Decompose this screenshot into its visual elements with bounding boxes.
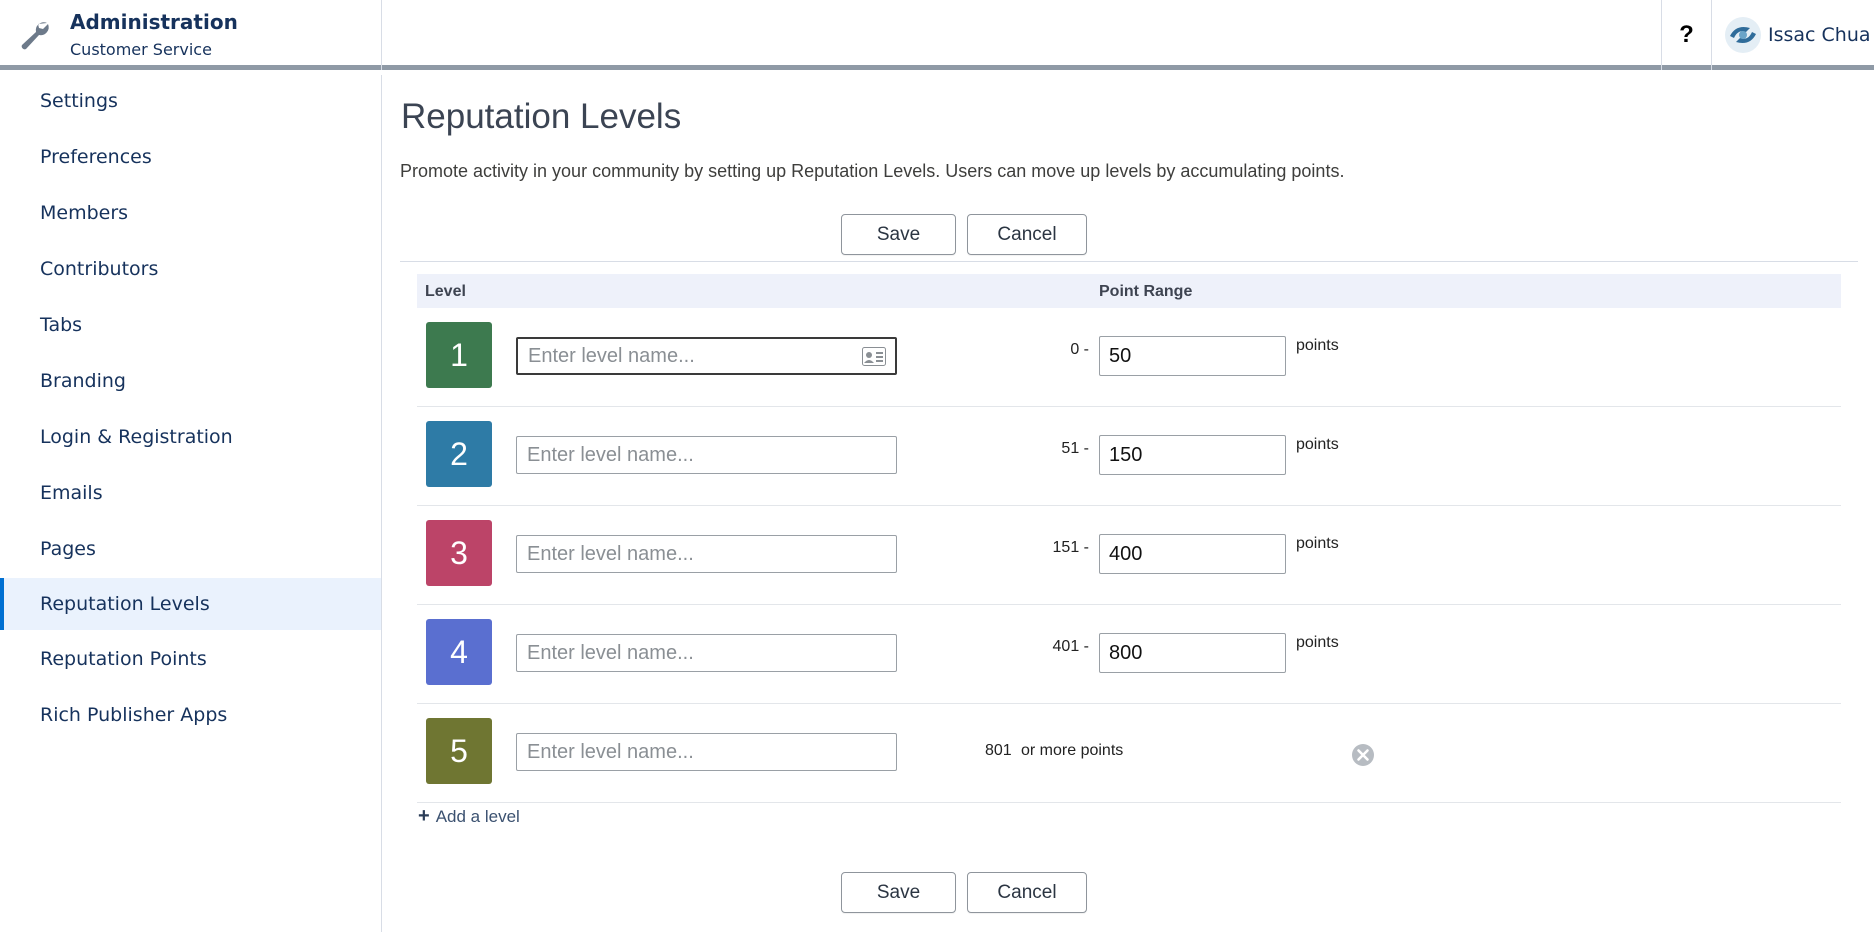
range-start-4: 401 -	[1052, 638, 1089, 655]
level-row-5: 5 801 or more points	[417, 704, 1841, 803]
sidebar-item-login-registration[interactable]: Login & Registration	[0, 411, 381, 463]
sidebar-item-emails[interactable]: Emails	[0, 467, 381, 519]
save-button-top[interactable]: Save	[841, 214, 956, 255]
points-label-1: points	[1296, 337, 1339, 354]
avatar	[1725, 17, 1761, 53]
add-level-label: Add a level	[435, 806, 520, 826]
level-name-input-2[interactable]	[516, 436, 897, 474]
column-header-point-range: Point Range	[1099, 283, 1193, 300]
level-badge-1: 1	[426, 322, 492, 388]
main-content: Reputation Levels Promote activity in yo…	[383, 75, 1874, 932]
help-button[interactable]: ?	[1661, 0, 1712, 70]
page-title: Reputation Levels	[401, 97, 682, 136]
levels-table-header: Level Point Range	[417, 274, 1841, 308]
user-name: Issac Chua	[1768, 24, 1871, 46]
app-brand: Administration Customer Service	[0, 0, 382, 70]
add-level-link[interactable]: + Add a level	[418, 805, 520, 828]
level-name-input-5[interactable]	[516, 733, 897, 771]
points-input-2[interactable]	[1099, 435, 1286, 475]
sidebar-nav: Settings Preferences Members Contributor…	[0, 75, 382, 932]
plus-icon: +	[418, 805, 430, 827]
level-badge-4: 4	[426, 619, 492, 685]
divider	[400, 261, 1858, 262]
points-input-3[interactable]	[1099, 534, 1286, 574]
level-badge-2: 2	[426, 421, 492, 487]
sidebar-item-rich-publisher-apps[interactable]: Rich Publisher Apps	[0, 689, 381, 741]
points-input-1[interactable]	[1099, 336, 1286, 376]
level-name-input-3[interactable]	[516, 535, 897, 573]
range-start-5: 801	[985, 742, 1012, 759]
more-points-label: or more points	[1021, 742, 1124, 759]
sidebar-item-branding[interactable]: Branding	[0, 355, 381, 407]
remove-level-icon[interactable]	[1351, 743, 1375, 767]
level-row-2: 2 51 - points	[417, 407, 1841, 506]
level-row-3: 3 151 - points	[417, 506, 1841, 605]
sidebar-item-reputation-points[interactable]: Reputation Points	[0, 633, 381, 685]
points-label-4: points	[1296, 634, 1339, 651]
sidebar-item-reputation-levels[interactable]: Reputation Levels	[0, 578, 381, 630]
range-start-2: 51 -	[1061, 440, 1089, 457]
sidebar-item-preferences[interactable]: Preferences	[0, 131, 381, 183]
points-label-3: points	[1296, 535, 1339, 552]
level-badge-5: 5	[426, 718, 492, 784]
range-start-3: 151 -	[1052, 539, 1089, 556]
range-start-1: 0 -	[1070, 341, 1089, 358]
points-input-4[interactable]	[1099, 633, 1286, 673]
level-badge-3: 3	[426, 520, 492, 586]
level-row-4: 4 401 - points	[417, 605, 1841, 704]
level-name-input-4[interactable]	[516, 634, 897, 672]
app-subtitle: Customer Service	[70, 40, 212, 59]
column-header-level: Level	[425, 283, 466, 300]
page-description: Promote activity in your community by se…	[400, 161, 1345, 181]
level-row-1: 1 0 - points	[417, 308, 1841, 407]
sidebar-item-pages[interactable]: Pages	[0, 523, 381, 575]
app-title: Administration	[70, 10, 238, 34]
save-button-bottom[interactable]: Save	[841, 872, 956, 913]
cancel-button-top[interactable]: Cancel	[967, 214, 1087, 255]
sidebar-item-tabs[interactable]: Tabs	[0, 299, 381, 351]
points-label-2: points	[1296, 436, 1339, 453]
level-name-input-1[interactable]	[516, 337, 897, 375]
wrench-icon	[21, 22, 49, 50]
cancel-button-bottom[interactable]: Cancel	[967, 872, 1087, 913]
user-menu[interactable]: Issac Chua	[1712, 0, 1871, 70]
sidebar-item-settings[interactable]: Settings	[0, 75, 381, 127]
sidebar-item-members[interactable]: Members	[0, 187, 381, 239]
sidebar-item-contributors[interactable]: Contributors	[0, 243, 381, 295]
top-header: Administration Customer Service ? Issac …	[0, 0, 1874, 70]
